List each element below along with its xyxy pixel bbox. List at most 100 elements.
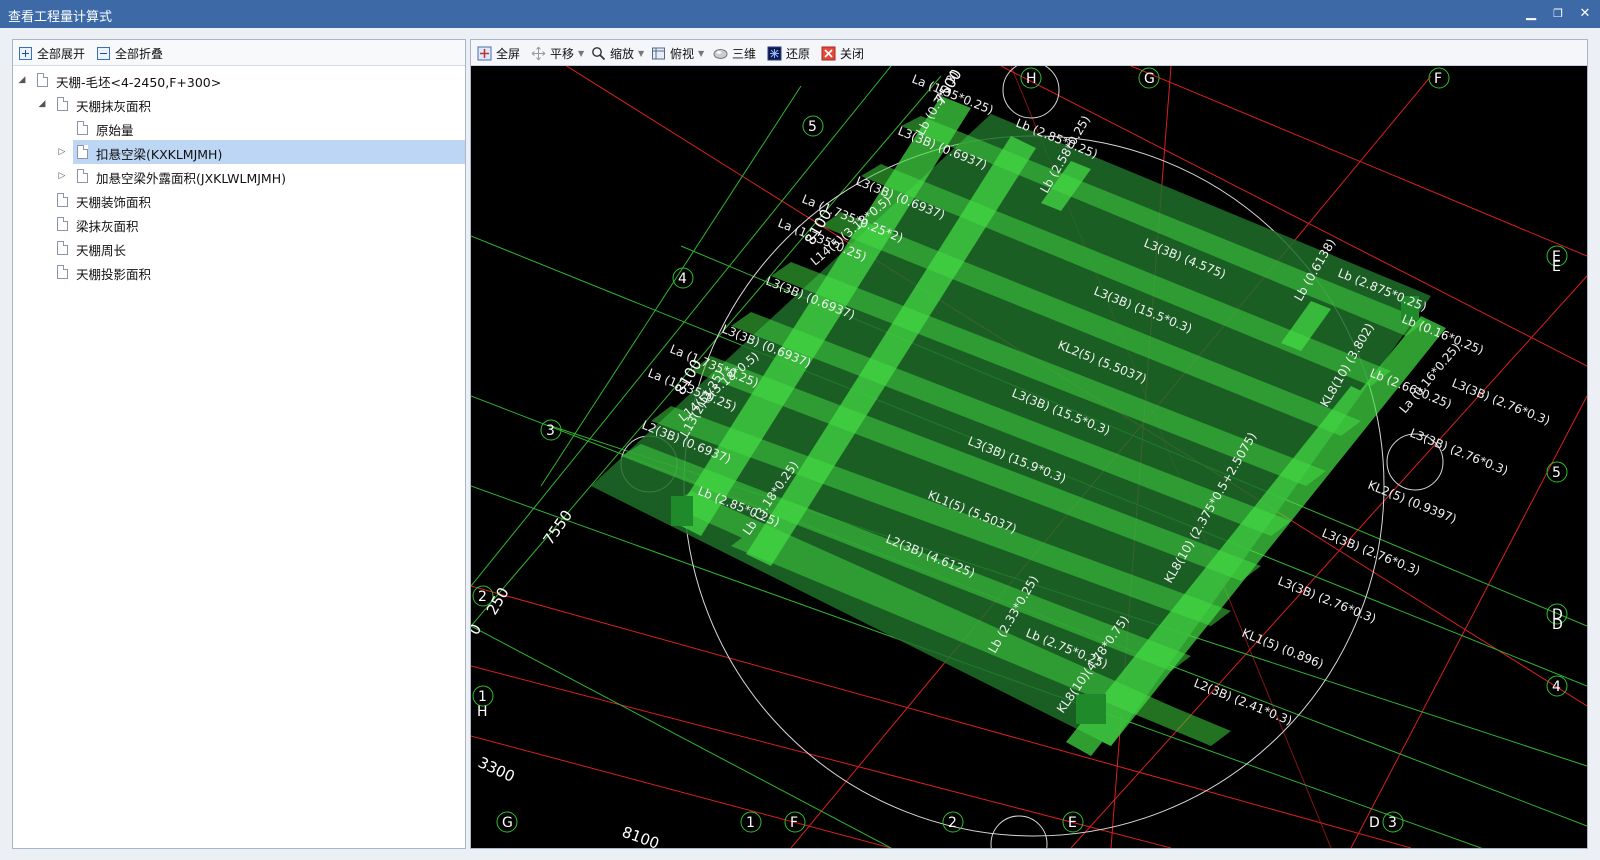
top-view-icon [652, 47, 665, 59]
tree-item-label: 天棚装饰面积 [76, 195, 152, 210]
document-icon [57, 97, 68, 111]
calc-formula-window: 查看工程量计算式 ▁ ❐ ✕ 全部展开 全部折叠 ◢ 天棚-毛坯<4-2450,… [0, 0, 1600, 860]
top-view-button[interactable]: 俯视 ▼ [651, 43, 704, 63]
document-icon [77, 145, 88, 159]
dim-3300: 3300 [475, 753, 517, 785]
close-window-button[interactable]: ✕ [1574, 4, 1596, 24]
tree-item-label: 天棚周长 [76, 243, 127, 258]
expanded-arrow-icon[interactable]: ◢ [17, 75, 27, 85]
axis-label-f-bottom: F [790, 815, 798, 831]
expanded-arrow-icon[interactable]: ◢ [37, 99, 47, 109]
minimize-button[interactable]: ▁ [1520, 4, 1542, 24]
axis-label-h-top: H [1026, 71, 1037, 87]
three-d-button[interactable]: 三维 [713, 43, 756, 63]
view-toolbar: 全屏 平移 ▼ 缩放 ▼ 俯视 ▼ 三维 还原 关闭 [471, 40, 1587, 66]
tree-item-add-hanging-beam-exposed[interactable]: ▷ 加悬空梁外露面积(JXKLWLMJMH) [13, 164, 465, 188]
plus-square-icon [19, 46, 32, 60]
document-icon [37, 73, 48, 87]
expand-all-label: 全部展开 [37, 46, 86, 61]
title-bar: 查看工程量计算式 ▁ ❐ ✕ [0, 0, 1600, 28]
restore-icon [767, 46, 782, 60]
tree-item-label: 扣悬空梁(KXKLMJMH) [96, 147, 223, 162]
axis-label-4-left: 4 [678, 271, 687, 287]
tree-item-label: 天棚投影面积 [76, 267, 152, 282]
full-screen-label: 全屏 [496, 46, 521, 61]
pan-icon [531, 46, 546, 60]
zoom-label: 缩放 [610, 46, 635, 61]
tree-item-original-quantity[interactable]: 原始量 [13, 116, 465, 140]
three-d-icon [713, 48, 728, 59]
collapsed-arrow-icon[interactable]: ▷ [57, 171, 67, 181]
collapsed-arrow-icon[interactable]: ▷ [57, 147, 67, 157]
document-icon [57, 217, 68, 231]
document-icon [57, 265, 68, 279]
document-icon [77, 169, 88, 183]
tree-item-plaster-area[interactable]: ◢ 天棚抹灰面积 [13, 92, 465, 116]
axis-label-3-left: 3 [546, 423, 555, 439]
full-screen-button[interactable]: 全屏 [477, 43, 520, 63]
dim-250: 250 [483, 584, 513, 618]
axis-label-3-bottom: 3 [1388, 815, 1397, 831]
beam-label: L3(3B) (2.76*0.3) [1408, 426, 1510, 478]
model-view-panel: 全屏 平移 ▼ 缩放 ▼ 俯视 ▼ 三维 还原 关闭 H G F 5 4 3 2… [470, 39, 1588, 849]
axis-label-2-bottom: 2 [948, 815, 957, 831]
beam-label: KL2(5) (0.9397) [1366, 478, 1459, 526]
collapse-all-button[interactable]: 全部折叠 [97, 43, 163, 63]
top-view-label: 俯视 [670, 46, 695, 61]
tree-item-deduct-hanging-beam[interactable]: ▷ 扣悬空梁(KXKLMJMH) [13, 140, 465, 164]
tree-item-ceiling-rough[interactable]: ◢ 天棚-毛坯<4-2450,F+300> [13, 68, 465, 92]
restore-window-button[interactable]: ❐ [1547, 4, 1569, 24]
pan-dropdown-icon[interactable]: ▼ [578, 49, 584, 58]
close-icon [821, 46, 836, 60]
beam-label: L2(3B) (2.41*0.3) [1192, 676, 1294, 728]
quantity-tree-panel: 全部展开 全部折叠 ◢ 天棚-毛坯<4-2450,F+300> ◢ 天棚抹灰面积… [12, 39, 466, 849]
axis-label-g-top: G [1144, 71, 1155, 87]
axis-label-h-left: H [477, 704, 488, 720]
restore-label: 还原 [786, 46, 811, 61]
top-view-dropdown-icon[interactable]: ▼ [698, 49, 704, 58]
minus-square-icon [97, 46, 110, 60]
beam-label: KL1(5) (0.896) [1240, 626, 1326, 671]
zoom-button[interactable]: 缩放 ▼ [591, 43, 644, 63]
close-view-button[interactable]: 关闭 [821, 43, 864, 63]
tree-item-label: 天棚-毛坯<4-2450,F+300> [56, 75, 222, 90]
beam-label: L3(3B) (2.76*0.3) [1450, 376, 1552, 428]
tree-item-beam-plaster[interactable]: 梁抹灰面积 [13, 212, 465, 236]
tree-item-label: 原始量 [96, 123, 134, 138]
model-canvas[interactable]: H G F 5 4 3 2 1 H G 1 F 2 E D 3 E E 5 D … [471, 66, 1587, 848]
tree-toolbar: 全部展开 全部折叠 [13, 40, 465, 66]
axis-label-g-bottom: G [502, 815, 513, 831]
axis-label-4-right: 4 [1552, 679, 1561, 695]
expand-all-button[interactable]: 全部展开 [19, 43, 85, 63]
document-icon [77, 121, 88, 135]
tree-item-projection-area[interactable]: 天棚投影面积 [13, 260, 465, 284]
orbit-handle-bottom[interactable] [990, 815, 1048, 848]
axis-label-1-bottom: 1 [746, 815, 755, 831]
axis-label-5-right: 5 [1552, 465, 1561, 481]
pan-button[interactable]: 平移 ▼ [531, 43, 584, 63]
tree-item-label: 天棚抹灰面积 [76, 99, 152, 114]
axis-label-5-left: 5 [808, 119, 817, 135]
dim-8100-c: 8100 [620, 823, 662, 848]
full-screen-icon [477, 46, 492, 60]
close-label: 关闭 [840, 46, 865, 61]
axis-label-f-top: F [1434, 71, 1442, 87]
dim-0: 0 [471, 621, 485, 638]
tree-item-perimeter[interactable]: 天棚周长 [13, 236, 465, 260]
beam-3d-drawing[interactable]: H G F 5 4 3 2 1 H G 1 F 2 E D 3 E E 5 D … [471, 66, 1587, 848]
three-d-label: 三维 [732, 46, 757, 61]
zoom-dropdown-icon[interactable]: ▼ [638, 49, 644, 58]
axis-label-e-right-2: E [1552, 259, 1561, 275]
restore-view-button[interactable]: 还原 [767, 43, 810, 63]
magnifier-icon [592, 46, 606, 60]
tree-item-decoration-area[interactable]: 天棚装饰面积 [13, 188, 465, 212]
document-icon [57, 241, 68, 255]
pan-label: 平移 [550, 46, 575, 61]
axis-label-d-right-2: D [1552, 617, 1563, 633]
tree-item-label: 梁抹灰面积 [76, 219, 139, 234]
axis-label-1-left: 1 [478, 689, 487, 705]
axis-label-e-bottom: E [1068, 815, 1077, 831]
tree-item-label: 加悬空梁外露面积(JXKLWLMJMH) [96, 171, 286, 186]
collapse-all-label: 全部折叠 [115, 46, 164, 61]
axis-label-d-bottom: D [1369, 815, 1380, 831]
